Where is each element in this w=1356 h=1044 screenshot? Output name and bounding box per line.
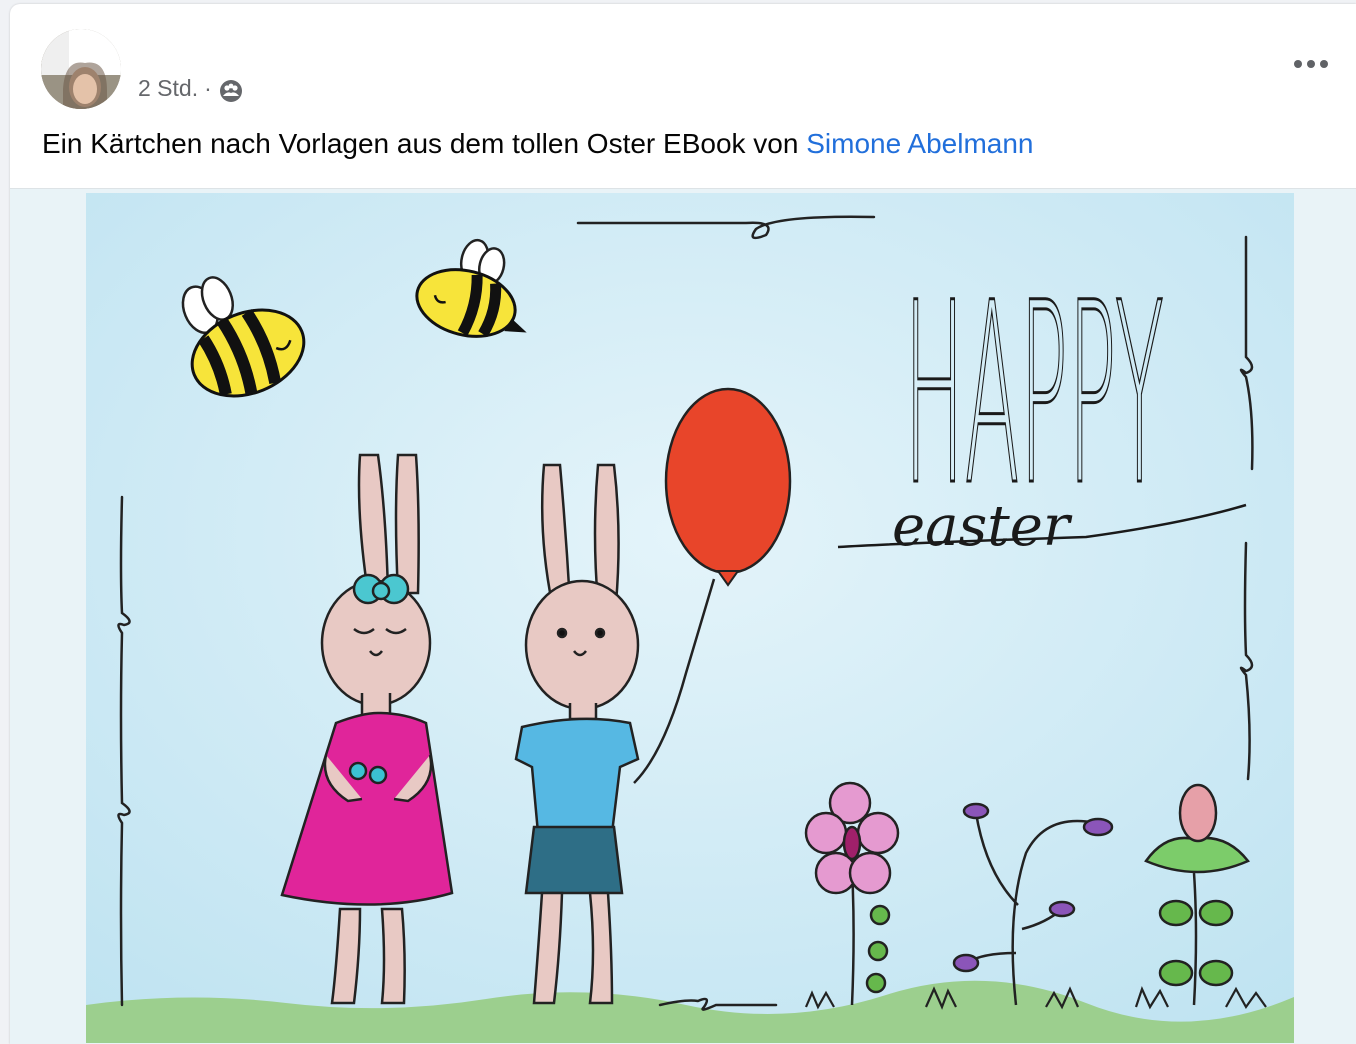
easter-card-image[interactable]: HAPPY easter <box>86 193 1294 1043</box>
post-card: 2 Std. · Ein Kärtchen nach Vorlagen aus … <box>10 4 1356 1044</box>
caption-text: Ein Kärtchen nach Vorlagen aus dem tolle… <box>42 128 807 159</box>
avatar-photo <box>41 29 121 109</box>
group-audience-icon[interactable] <box>218 78 244 104</box>
svg-text:easter: easter <box>892 494 1073 559</box>
post-timestamp[interactable]: 2 Std. <box>138 75 198 102</box>
post-meta: 2 Std. · <box>138 72 244 104</box>
mentioned-profile-link[interactable]: Simone Abelmann <box>806 128 1033 159</box>
author-avatar[interactable] <box>41 29 121 109</box>
post-media[interactable]: HAPPY easter <box>10 188 1356 1044</box>
meta-separator: · <box>204 74 212 101</box>
more-options-button[interactable] <box>1288 44 1334 84</box>
more-options-icon <box>1294 60 1328 68</box>
post-caption: Ein Kärtchen nach Vorlagen aus dem tolle… <box>42 128 1034 160</box>
